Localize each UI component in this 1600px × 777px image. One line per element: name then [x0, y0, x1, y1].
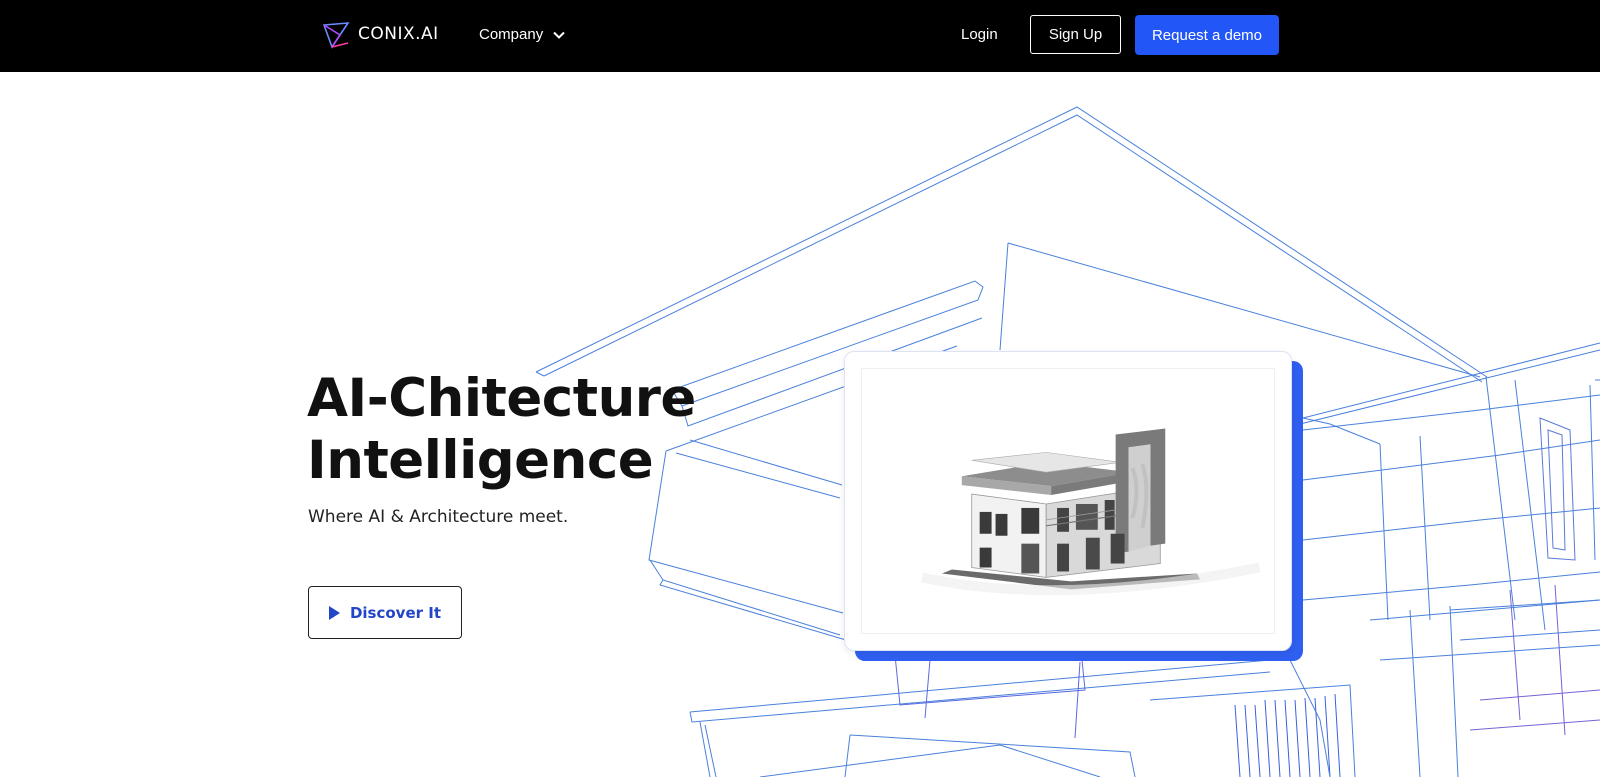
architecture-wireframe	[535, 106, 1600, 777]
house-render-card	[844, 351, 1292, 651]
house-render-image	[921, 428, 1261, 596]
top-navigation: CONIX.AI Company Login Sign Up Request a…	[0, 0, 1600, 72]
hero-title-line-1: AI-Chitecture	[307, 368, 696, 429]
chevron-down-icon	[553, 31, 565, 39]
request-demo-button[interactable]: Request a demo	[1135, 15, 1279, 55]
company-menu[interactable]: Company	[479, 26, 565, 43]
discover-it-button[interactable]: Discover It	[308, 586, 462, 639]
discover-it-label: Discover It	[349, 603, 442, 622]
hero-title: AI-Chitecture Intelligence	[307, 368, 696, 492]
conix-logo-icon[interactable]	[322, 21, 350, 49]
sign-up-button[interactable]: Sign Up	[1030, 15, 1121, 54]
login-link[interactable]: Login	[961, 26, 998, 43]
house-render-frame	[861, 368, 1275, 634]
play-icon	[328, 605, 340, 620]
brand-name[interactable]: CONIX.AI	[358, 24, 439, 44]
company-menu-label: Company	[479, 26, 544, 43]
hero-title-line-2: Intelligence	[307, 430, 654, 491]
hero-subtitle: Where AI & Architecture meet.	[308, 507, 569, 527]
